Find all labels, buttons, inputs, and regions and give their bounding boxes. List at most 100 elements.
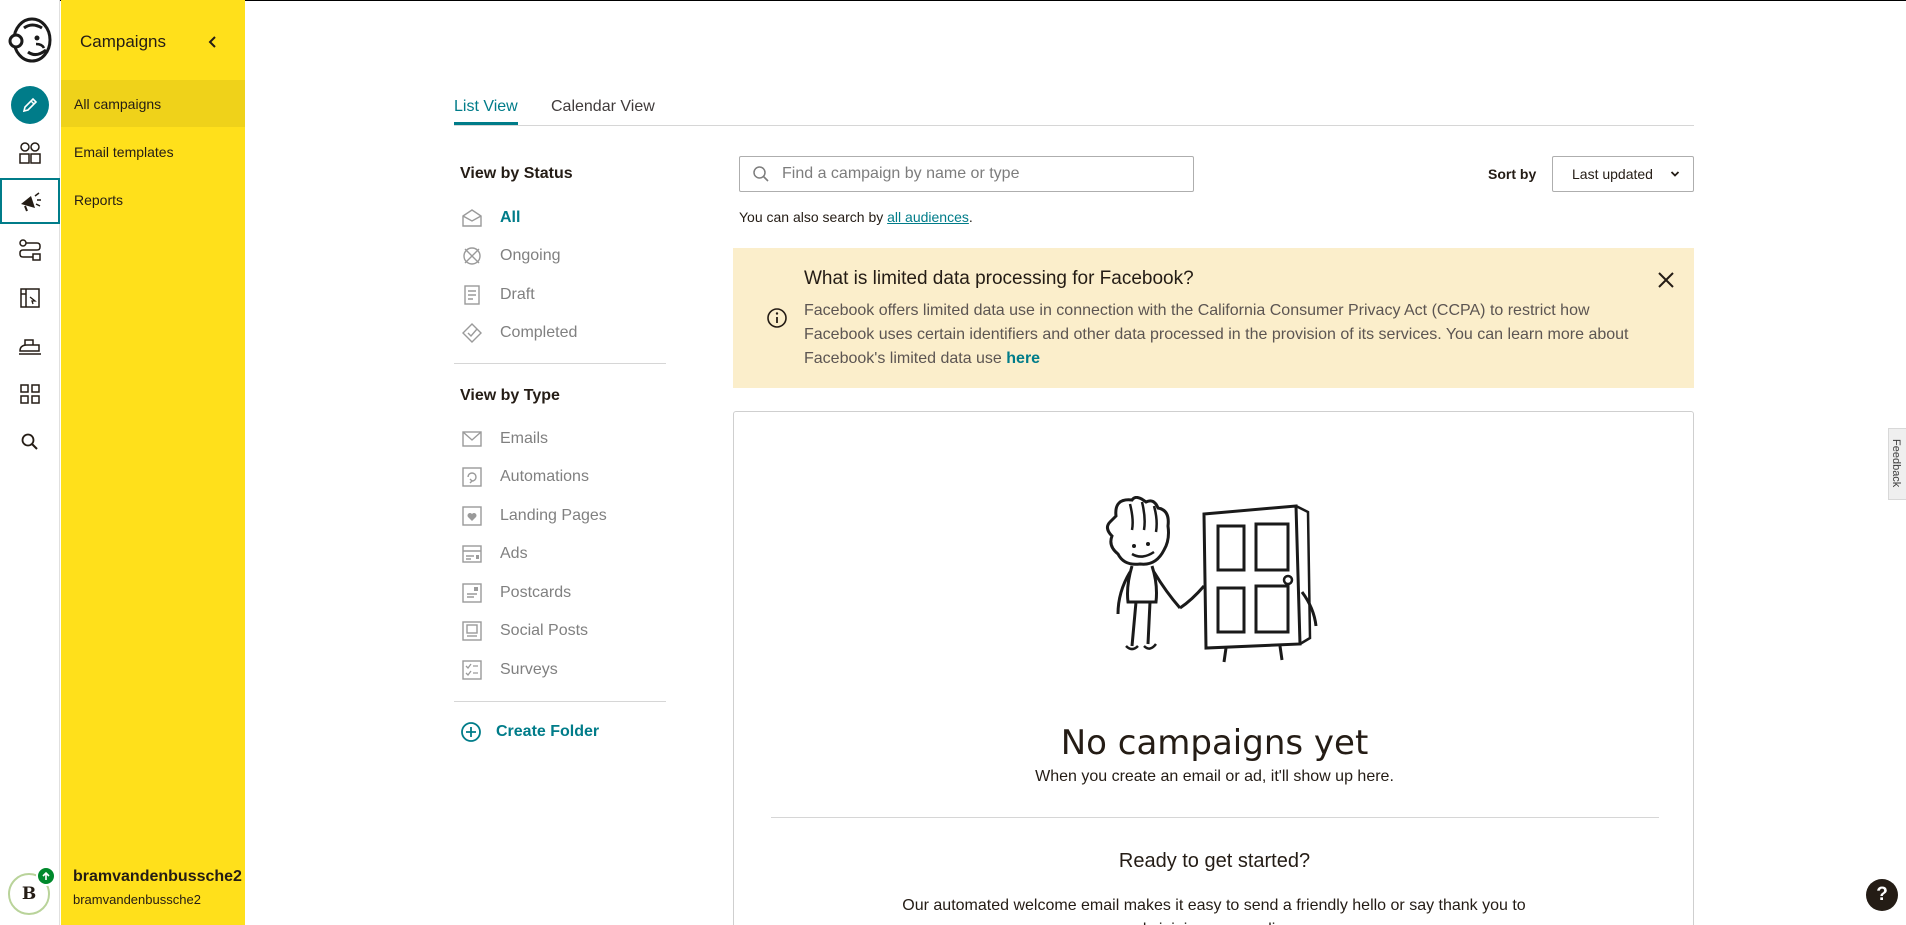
- facebook-notice-banner: What is limited data processing for Face…: [733, 248, 1694, 388]
- campaigns-nav[interactable]: [0, 178, 60, 224]
- sidebar-item-label: Email templates: [74, 143, 174, 160]
- sidebar-title: Campaigns: [80, 32, 166, 51]
- all-campaigns-icon: [460, 206, 484, 230]
- chevron-down-icon: [1670, 171, 1680, 177]
- filter-label: Surveys: [500, 661, 558, 678]
- search-icon: [753, 166, 769, 182]
- filter-type-landing-pages[interactable]: Landing Pages: [460, 503, 607, 529]
- search-hint-text: You can also search by: [739, 209, 888, 225]
- collapse-sidebar-button[interactable]: [201, 30, 225, 54]
- account-switcher[interactable]: bramvandenbussche2 bramvandenbussche2: [73, 868, 242, 907]
- notice-body: Facebook offers limited data use in conn…: [804, 299, 1654, 371]
- filter-divider: [454, 701, 666, 702]
- sort-value: Last updated: [1572, 166, 1653, 182]
- filter-type-surveys[interactable]: Surveys: [460, 657, 558, 683]
- close-icon[interactable]: [1654, 268, 1678, 292]
- user-name: bramvandenbussche2: [73, 868, 242, 885]
- campaigns-sidebar: Campaigns All campaigns Email templates …: [61, 0, 245, 925]
- help-button[interactable]: ?: [1866, 879, 1898, 911]
- landing-page-icon: [460, 504, 484, 528]
- search-icon: [21, 433, 38, 450]
- empty-state-illustration: [1105, 496, 1318, 663]
- filter-label: Emails: [500, 430, 549, 447]
- ready-description: Our automated welcome email makes it eas…: [902, 897, 1526, 925]
- sidebar-item-email-templates[interactable]: Email templates: [61, 128, 245, 175]
- automations-icon: [19, 239, 41, 261]
- filter-label: Ongoing: [500, 247, 561, 264]
- automations-nav[interactable]: [0, 227, 60, 273]
- website-nav[interactable]: [0, 275, 60, 321]
- filter-label: Draft: [500, 286, 535, 303]
- sidebar-item-label: All campaigns: [74, 95, 162, 112]
- empty-state-card: No campaigns yet When you create an emai…: [733, 411, 1694, 925]
- filter-status-ongoing[interactable]: Ongoing: [460, 243, 561, 269]
- sidebar-item-label: Reports: [74, 191, 124, 208]
- feedback-label: Feedback: [1890, 439, 1902, 488]
- create-folder-label: Create Folder: [496, 723, 600, 740]
- create-button[interactable]: [0, 82, 60, 128]
- campaign-search[interactable]: [739, 156, 1194, 192]
- filter-status-draft[interactable]: Draft: [460, 282, 535, 308]
- filter-label: Ads: [500, 545, 528, 562]
- notice-title: What is limited data processing for Face…: [804, 268, 1194, 289]
- grid-icon: [20, 384, 40, 404]
- empty-state-title: No campaigns yet: [1060, 723, 1369, 763]
- all-audiences-link[interactable]: all audiences: [887, 209, 969, 225]
- filter-label: Completed: [500, 324, 578, 341]
- audience-nav[interactable]: [0, 130, 60, 176]
- search-hint: You can also search by all audiences.: [739, 209, 973, 225]
- view-tabs: List View Calendar View: [454, 96, 1694, 126]
- automation-icon: [460, 465, 484, 489]
- survey-icon: [460, 658, 484, 682]
- social-post-icon: [460, 619, 484, 643]
- filter-type-social-posts[interactable]: Social Posts: [460, 618, 588, 644]
- filter-label: All: [500, 209, 521, 226]
- ready-title: Ready to get started?: [1118, 850, 1311, 872]
- sidebar-item-all-campaigns[interactable]: All campaigns: [61, 80, 245, 127]
- type-heading: View by Type: [460, 387, 560, 404]
- content-nav[interactable]: [0, 323, 60, 369]
- sort-label: Sort by: [1488, 166, 1537, 182]
- postcard-icon: [460, 581, 484, 605]
- filter-status-completed[interactable]: Completed: [460, 320, 577, 346]
- filter-type-postcards[interactable]: Postcards: [460, 580, 571, 606]
- filter-divider: [454, 363, 666, 364]
- info-icon: [767, 308, 787, 328]
- tab-calendar-view[interactable]: Calendar View: [551, 98, 655, 122]
- notice-body-text: Facebook offers limited data use in conn…: [804, 302, 1629, 367]
- pencil-icon: [11, 86, 49, 124]
- filter-label: Social Posts: [500, 622, 589, 639]
- filter-type-emails[interactable]: Emails: [460, 426, 548, 452]
- ads-icon: [460, 542, 484, 566]
- website-icon: [20, 288, 40, 308]
- filter-status-all[interactable]: All: [460, 205, 520, 231]
- ongoing-icon: [460, 244, 484, 268]
- mailchimp-logo-icon[interactable]: [6, 14, 54, 66]
- search-hint-suffix: .: [968, 209, 973, 225]
- integrations-nav[interactable]: [0, 371, 60, 417]
- empty-state-subtitle: When you create an email or ad, it'll sh…: [1035, 768, 1394, 785]
- create-folder-button[interactable]: Create Folder: [460, 721, 599, 743]
- completed-icon: [460, 321, 484, 345]
- campaigns-icon: [21, 192, 41, 212]
- filter-label: Postcards: [500, 584, 572, 601]
- chevron-left-icon: [208, 36, 216, 48]
- search-nav[interactable]: [0, 419, 60, 465]
- notice-here-link[interactable]: here: [1006, 350, 1040, 367]
- search-input[interactable]: [782, 165, 1162, 183]
- status-heading: View by Status: [460, 165, 573, 182]
- audience-icon: [19, 142, 41, 164]
- card-divider: [771, 817, 1659, 818]
- sidebar-item-reports[interactable]: Reports: [61, 176, 245, 223]
- sort-select[interactable]: Last updated: [1552, 156, 1694, 192]
- tab-list-view[interactable]: List View: [454, 98, 518, 125]
- filter-type-ads[interactable]: Ads: [460, 541, 528, 567]
- filter-label: Landing Pages: [500, 507, 607, 524]
- content-icon: [19, 339, 41, 355]
- upgrade-arrow-icon[interactable]: [36, 866, 56, 886]
- icon-rail: B: [0, 0, 60, 925]
- feedback-tab[interactable]: Feedback: [1888, 428, 1906, 500]
- top-border: [0, 0, 1906, 1]
- filter-type-automations[interactable]: Automations: [460, 464, 589, 490]
- email-icon: [460, 427, 484, 451]
